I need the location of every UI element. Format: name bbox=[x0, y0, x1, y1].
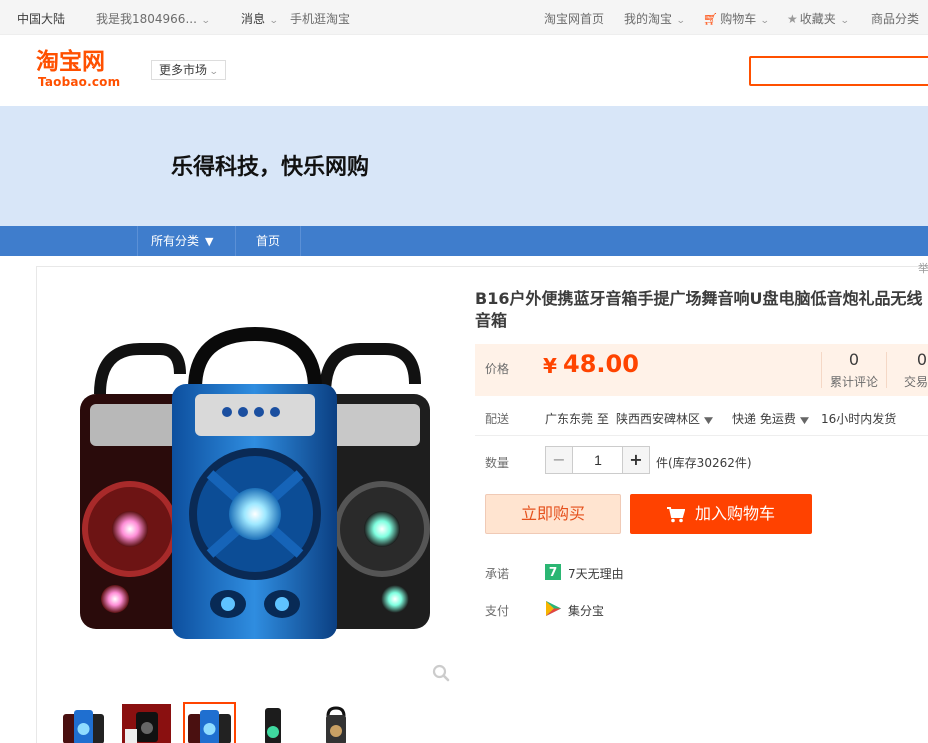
shop-slogan: 乐得科技，快乐网购 bbox=[171, 155, 370, 180]
all-categories-label: 所有分类 bbox=[151, 234, 200, 248]
add-to-cart-button[interactable]: 加入购物车 bbox=[630, 494, 812, 534]
shop-home-tab[interactable]: 首页 bbox=[236, 226, 301, 256]
currency-symbol: ¥ bbox=[543, 354, 557, 378]
thumbnail-image bbox=[122, 704, 171, 743]
quantity-label: 数量 bbox=[485, 456, 510, 470]
star-icon: ★ bbox=[787, 12, 798, 26]
more-market-dropdown[interactable]: 更多市场 ⌄ bbox=[151, 60, 226, 80]
chevron-down-icon: ⌄ bbox=[208, 67, 219, 77]
thumbnail[interactable] bbox=[309, 702, 362, 743]
divider bbox=[475, 435, 928, 436]
triangle-down-icon: ▼ bbox=[703, 416, 713, 426]
thumbnail-selected[interactable] bbox=[183, 702, 236, 743]
quantity-stepper: − + bbox=[545, 446, 650, 474]
buy-now-button[interactable]: 立即购买 bbox=[485, 494, 621, 534]
chevron-down-icon: ⌄ bbox=[760, 16, 770, 26]
thumbnail[interactable] bbox=[246, 702, 299, 743]
chevron-down-icon: ⌄ bbox=[200, 16, 211, 26]
categories-link[interactable]: 商品分类 bbox=[871, 10, 919, 27]
jifenbao-icon bbox=[546, 601, 561, 616]
thumbnail[interactable] bbox=[57, 702, 110, 743]
chevron-down-icon: ⌄ bbox=[675, 16, 686, 26]
shipping-destination-dropdown[interactable]: 陕西西安碑林区 ▼ bbox=[616, 410, 713, 427]
logo-text: 淘宝网 bbox=[36, 49, 105, 75]
promise-label: 承诺 bbox=[485, 567, 510, 581]
messages-link[interactable]: 消息 ⌄ bbox=[241, 10, 279, 27]
seven-day-return-icon: 7 bbox=[545, 564, 561, 580]
thumbnail[interactable] bbox=[120, 702, 173, 743]
user-menu[interactable]: 我是我1804966... ⌄ bbox=[96, 10, 211, 27]
chevron-down-icon: ⌄ bbox=[268, 16, 279, 26]
region-label: 中国大陆 bbox=[17, 12, 66, 26]
triangle-down-icon: ▼ bbox=[799, 416, 809, 426]
payment-text: 集分宝 bbox=[568, 604, 605, 618]
shipping-destination: 陕西西安碑林区 bbox=[616, 412, 701, 426]
stock-info: 件(库存30262件) bbox=[656, 456, 752, 470]
more-market-label: 更多市场 bbox=[159, 63, 208, 77]
shipping-label: 配送 bbox=[485, 412, 510, 426]
taobao-logo[interactable]: 淘宝网 Taobao.com bbox=[36, 49, 132, 89]
divider bbox=[886, 352, 887, 388]
payment-label: 支付 bbox=[485, 604, 510, 618]
cart-icon bbox=[666, 506, 685, 522]
product-main-image[interactable] bbox=[60, 304, 452, 689]
my-taobao-label: 我的淘宝 bbox=[624, 12, 673, 26]
favorites-label: 收藏夹 bbox=[799, 12, 836, 26]
site-nav: 中国大陆 我是我1804966... ⌄ 消息 ⌄ 手机逛淘宝 淘宝网首页 我的淘宝… bbox=[0, 0, 928, 35]
price-box: 价格 ¥ 48.00 0 累计评论 0 交易成 bbox=[475, 344, 928, 396]
quantity-input[interactable] bbox=[574, 447, 622, 473]
header: 淘宝网 Taobao.com 更多市场 ⌄ bbox=[0, 35, 928, 106]
my-taobao-menu[interactable]: 我的淘宝 ⌄ bbox=[624, 10, 686, 27]
region-selector[interactable]: 中国大陆 bbox=[17, 10, 65, 27]
user-name: 我是我1804966... bbox=[96, 12, 197, 26]
add-to-cart-label: 加入购物车 bbox=[694, 504, 775, 523]
shipping-method: 快递 免运费 bbox=[732, 412, 796, 426]
logo-domain: Taobao.com bbox=[38, 75, 121, 89]
thumbnail-image bbox=[326, 706, 346, 743]
cart-menu[interactable]: 🛒︎ 购物车 ⌄ bbox=[703, 10, 770, 27]
shop-banner: 乐得科技，快乐网购 bbox=[0, 106, 928, 226]
thumbnail-image bbox=[188, 710, 231, 743]
price-value: 48.00 bbox=[563, 350, 639, 378]
thumbnail-image bbox=[265, 708, 281, 743]
thumbnail-image bbox=[63, 710, 104, 743]
chevron-down-icon: ⌄ bbox=[839, 16, 850, 26]
messages-label: 消息 bbox=[241, 12, 266, 26]
favorites-menu[interactable]: ★ 收藏夹 ⌄ bbox=[787, 10, 850, 27]
reviews-count[interactable]: 0 bbox=[824, 350, 884, 369]
price-label: 价格 bbox=[485, 362, 510, 376]
all-categories-menu[interactable]: 所有分类 ▼ bbox=[137, 226, 236, 256]
triangle-down-icon: ▼ bbox=[205, 235, 214, 248]
taobao-home-link[interactable]: 淘宝网首页 bbox=[544, 10, 604, 27]
quantity-decrease-button[interactable]: − bbox=[546, 447, 573, 473]
shipping-from: 广东东莞 至 bbox=[545, 412, 609, 426]
trades-label: 交易成 bbox=[903, 375, 928, 389]
reviews-label[interactable]: 累计评论 bbox=[824, 373, 884, 390]
promise-text[interactable]: 7天无理由 bbox=[568, 565, 624, 582]
search-input[interactable] bbox=[749, 56, 928, 86]
product-title: B16户外便携蓝牙音箱手提广场舞音响U盘电脑低音炮礼品无线音箱 bbox=[475, 289, 923, 330]
report-tag[interactable]: 举 bbox=[918, 260, 928, 276]
quantity-increase-button[interactable]: + bbox=[622, 447, 649, 473]
cart-icon: 🛒︎ bbox=[703, 12, 719, 26]
dispatch-time: 16小时内发货 bbox=[821, 412, 897, 426]
mobile-taobao-link[interactable]: 手机逛淘宝 bbox=[290, 10, 350, 27]
shop-nav: 所有分类 ▼ 首页 bbox=[0, 226, 928, 256]
cart-label: 购物车 bbox=[720, 12, 757, 26]
divider bbox=[821, 352, 822, 388]
shipping-method-dropdown[interactable]: 快递 免运费 ▼ bbox=[732, 410, 809, 427]
zoom-icon[interactable] bbox=[432, 664, 450, 682]
trades-count: 0 bbox=[916, 350, 928, 369]
